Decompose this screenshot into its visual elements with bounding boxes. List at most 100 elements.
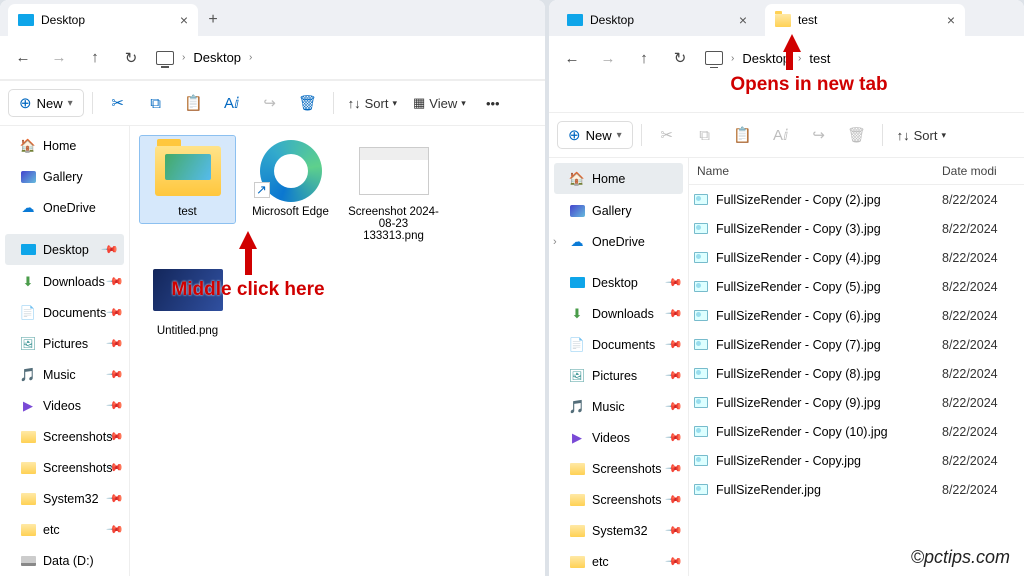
nav-item-etc[interactable]: etc📌 [0, 514, 129, 545]
tab-strip: Desktop × test × [549, 0, 1024, 36]
file-row[interactable]: FullSizeRender - Copy (3).jpg8/22/2024 [689, 214, 1024, 243]
sort-button[interactable]: ↑↓ Sort ▾ [342, 87, 403, 119]
back-button[interactable]: ← [8, 43, 38, 73]
delete-button[interactable]: 🗑 [291, 87, 325, 119]
new-button[interactable]: ⊕ New ▾ [557, 121, 633, 149]
back-button[interactable]: ← [557, 43, 587, 73]
nav-item-home[interactable]: 🏠Home [554, 163, 683, 194]
nav-item-home[interactable]: 🏠Home [0, 130, 129, 161]
grid-item-untitled[interactable]: Untitled.png [140, 255, 235, 342]
breadcrumb-bar[interactable]: › Desktop › test [701, 51, 830, 66]
nav-label: Videos [43, 399, 81, 413]
nav-item-downloads[interactable]: ⬇Downloads📌 [0, 266, 129, 297]
grid-item-folder[interactable]: test [140, 136, 235, 223]
tab-desktop[interactable]: Desktop × [557, 4, 757, 36]
nav-item-gallery[interactable]: Gallery [549, 195, 688, 226]
column-name[interactable]: Name [693, 164, 942, 178]
file-name: FullSizeRender - Copy (8).jpg [716, 367, 942, 381]
copy-button[interactable]: ⧉ [139, 87, 173, 119]
nav-item-desktop[interactable]: Desktop📌 [5, 234, 124, 265]
crumb-desktop[interactable]: Desktop [742, 51, 790, 66]
file-row[interactable]: FullSizeRender - Copy (9).jpg8/22/2024 [689, 388, 1024, 417]
cut-button[interactable]: ✂ [101, 87, 135, 119]
tab-test[interactable]: test × [765, 4, 965, 36]
nav-item-data--d--[interactable]: Data (D:) [0, 545, 129, 576]
close-tab-icon[interactable]: × [180, 12, 188, 28]
image-icon [693, 308, 709, 324]
nav-label: Screenshots [43, 430, 112, 444]
content-pane[interactable]: test↗Microsoft EdgeScreenshot 2024-08-23… [130, 126, 545, 576]
new-label: New [37, 96, 63, 111]
close-tab-icon[interactable]: × [739, 12, 747, 28]
nav-item-screenshots[interactable]: Screenshots📌 [549, 484, 688, 515]
nav-item-videos[interactable]: ▶Videos📌 [0, 390, 129, 421]
forward-button[interactable]: → [593, 43, 623, 73]
nav-item-documents[interactable]: 📄Documents📌 [549, 329, 688, 360]
share-button[interactable]: ↪ [253, 87, 287, 119]
close-tab-icon[interactable]: × [947, 12, 955, 28]
nav-item-desktop[interactable]: Desktop📌 [549, 267, 688, 298]
content-pane[interactable]: Name Date modi FullSizeRender - Copy (2)… [689, 158, 1024, 576]
desktop-icon [20, 242, 36, 258]
cut-button[interactable]: ✂ [650, 119, 684, 151]
file-row[interactable]: FullSizeRender - Copy (8).jpg8/22/2024 [689, 359, 1024, 388]
nav-item-pictures[interactable]: 🖼Pictures📌 [0, 328, 129, 359]
file-row[interactable]: FullSizeRender - Copy (6).jpg8/22/2024 [689, 301, 1024, 330]
file-row[interactable]: FullSizeRender - Copy (5).jpg8/22/2024 [689, 272, 1024, 301]
nav-item-system32[interactable]: System32📌 [0, 483, 129, 514]
image-icon [693, 424, 709, 440]
new-button[interactable]: ⊕ New ▾ [8, 89, 84, 117]
delete-button[interactable]: 🗑 [840, 119, 874, 151]
tab-desktop[interactable]: Desktop × [8, 4, 198, 36]
nav-item-screenshots[interactable]: Screenshots📌 [549, 453, 688, 484]
nav-item-screenshots[interactable]: Screenshots📌 [0, 421, 129, 452]
copy-button[interactable]: ⧉ [688, 119, 722, 151]
share-button[interactable]: ↪ [802, 119, 836, 151]
nav-item-videos[interactable]: ▶Videos📌 [549, 422, 688, 453]
nav-item-onedrive[interactable]: ›☁OneDrive [549, 226, 688, 257]
forward-button[interactable]: → [44, 43, 74, 73]
nav-item-screenshots[interactable]: Screenshots📌 [0, 452, 129, 483]
nav-item-system32[interactable]: System32📌 [549, 515, 688, 546]
image-icon [693, 366, 709, 382]
nav-item-music[interactable]: 🎵Music📌 [549, 391, 688, 422]
crumb-desktop[interactable]: Desktop [193, 50, 241, 65]
grid-item-edge[interactable]: ↗Microsoft Edge [243, 136, 338, 223]
nav-item-pictures[interactable]: 🖼Pictures📌 [549, 360, 688, 391]
nav-item-downloads[interactable]: ⬇Downloads📌 [549, 298, 688, 329]
crumb-test[interactable]: test [809, 51, 830, 66]
file-row[interactable]: FullSizeRender - Copy (4).jpg8/22/2024 [689, 243, 1024, 272]
nav-item-documents[interactable]: 📄Documents📌 [0, 297, 129, 328]
plus-icon: ⊕ [568, 126, 581, 144]
file-row[interactable]: FullSizeRender - Copy (2).jpg8/22/2024 [689, 185, 1024, 214]
nav-item-music[interactable]: 🎵Music📌 [0, 359, 129, 390]
up-button[interactable]: ↑ [629, 43, 659, 73]
up-button[interactable]: ↑ [80, 43, 110, 73]
file-date: 8/22/2024 [942, 425, 1020, 439]
add-tab-button[interactable]: + [198, 4, 228, 36]
file-row[interactable]: FullSizeRender - Copy.jpg8/22/2024 [689, 446, 1024, 475]
grid-item-screenshot[interactable]: Screenshot 2024-08-23 133313.png [346, 136, 441, 247]
sort-button[interactable]: ↑↓ Sort ▾ [891, 119, 952, 151]
view-button[interactable]: ▦ View ▾ [407, 87, 472, 119]
column-date[interactable]: Date modi [942, 164, 1020, 178]
refresh-button[interactable]: ↻ [116, 43, 146, 73]
file-row[interactable]: FullSizeRender - Copy (7).jpg8/22/2024 [689, 330, 1024, 359]
file-row[interactable]: FullSizeRender.jpg8/22/2024 [689, 475, 1024, 504]
file-date: 8/22/2024 [942, 222, 1020, 236]
image-icon [693, 250, 709, 266]
nav-item-etc[interactable]: etc📌 [549, 546, 688, 576]
pin-icon: 📌 [106, 334, 125, 353]
refresh-button[interactable]: ↻ [665, 43, 695, 73]
nav-item-onedrive[interactable]: ☁OneDrive [0, 192, 129, 223]
breadcrumb-bar[interactable]: › Desktop › [152, 50, 252, 65]
paste-button[interactable]: 📋 [726, 119, 760, 151]
more-button[interactable]: ••• [476, 87, 510, 119]
chevron-right-icon[interactable]: › [553, 236, 557, 248]
paste-button[interactable]: 📋 [177, 87, 211, 119]
rename-button[interactable]: Aⅈ [764, 119, 798, 151]
pin-icon: 📌 [101, 240, 120, 259]
nav-item-gallery[interactable]: Gallery [0, 161, 129, 192]
rename-button[interactable]: Aⅈ [215, 87, 249, 119]
file-row[interactable]: FullSizeRender - Copy (10).jpg8/22/2024 [689, 417, 1024, 446]
